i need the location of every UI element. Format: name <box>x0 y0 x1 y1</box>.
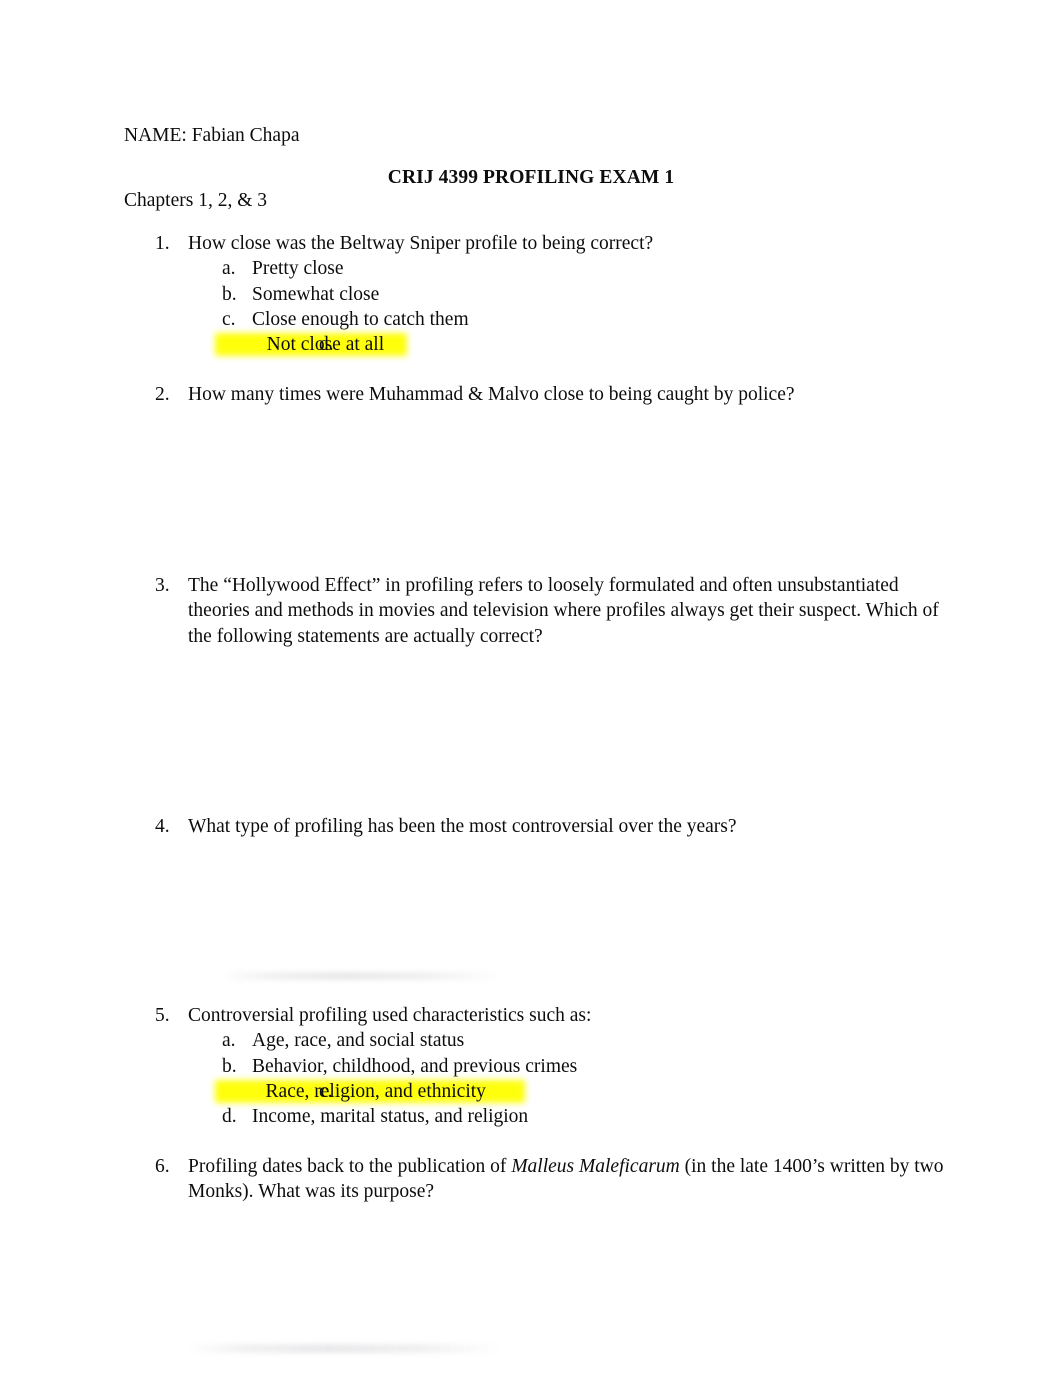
option-row[interactable]: d. Income, marital status, and religion <box>155 1104 945 1129</box>
student-name-line: NAME: Fabian Chapa <box>124 125 300 146</box>
chapters-line: Chapters 1, 2, & 3 <box>124 190 267 211</box>
question-row: 6. Profiling dates back to the publicatio… <box>155 1154 945 1205</box>
option-text: Not close at all <box>266 334 385 356</box>
option-row-highlighted[interactable]: c.Race, religion, and ethnicity <box>155 1079 945 1104</box>
scan-artifact-upper <box>218 972 500 980</box>
scan-artifact-lower <box>188 1344 500 1353</box>
question-2: 2. How many times were Muhammad & Malvo c… <box>155 382 945 407</box>
option-text: Close enough to catch them <box>252 309 469 330</box>
question-number: 5. <box>155 1005 170 1026</box>
question-row: 2. How many times were Muhammad & Malvo c… <box>155 382 945 407</box>
question-number: 3. <box>155 575 170 596</box>
question-row: 1. How close was the Beltway Sniper profi… <box>155 231 945 256</box>
question-1: 1. How close was the Beltway Sniper profi… <box>155 231 945 358</box>
option-letter: b. <box>222 283 237 305</box>
question-text: Controversial profiling used characteris… <box>188 1005 592 1026</box>
question-4: 4. What type of profiling has been the mo… <box>155 814 945 839</box>
question-row: 5. Controversial profiling used character… <box>155 1003 945 1028</box>
option-text: Age, race, and social status <box>252 1030 465 1052</box>
option-text: Race, religion, and ethnicity <box>265 1081 486 1102</box>
question-number: 2. <box>155 384 170 405</box>
option-row[interactable]: a. Pretty close <box>155 256 945 281</box>
question-text: Profiling dates back to the publication … <box>188 1154 945 1205</box>
question-3: 3. The “Hollywood Effect” in profiling re… <box>155 573 945 649</box>
option-list: a. Pretty close b. Somewhat close c. Close en… <box>155 256 945 357</box>
question-text-part: Profiling dates back to the publication … <box>188 1156 512 1177</box>
question-text: The “Hollywood Effect” in profiling refe… <box>188 575 939 647</box>
option-letter: d. <box>222 1106 237 1128</box>
exam-title: CRIJ 4399 PROFILING EXAM 1 <box>387 167 675 188</box>
option-text: Pretty close <box>252 258 344 280</box>
question-number: 4. <box>155 816 170 837</box>
option-list: a. Age, race, and social status b. Behavior… <box>155 1028 945 1129</box>
question-5: 5. Controversial profiling used character… <box>155 1003 945 1130</box>
question-number: 6. <box>155 1156 170 1177</box>
option-text: Behavior, childhood, and previous crimes <box>252 1055 578 1077</box>
question-number: 1. <box>155 233 170 254</box>
option-text: Somewhat close <box>252 283 380 305</box>
option-row[interactable]: a. Age, race, and social status <box>155 1028 945 1053</box>
question-6: 6. Profiling dates back to the publicatio… <box>155 1154 945 1205</box>
question-text: What type of profiling has been the most… <box>188 816 737 837</box>
question-text: How many times were Muhammad & Malvo clo… <box>188 384 795 405</box>
question-row: 3. The “Hollywood Effect” in profiling re… <box>155 573 945 649</box>
option-row-highlighted[interactable]: d.Not close at all <box>155 332 945 357</box>
question-row: 4. What type of profiling has been the mo… <box>155 814 945 839</box>
option-letter: b. <box>222 1055 237 1077</box>
question-text: How close was the Beltway Sniper profile… <box>188 233 654 254</box>
option-row[interactable]: b. Behavior, childhood, and previous crim… <box>155 1054 945 1079</box>
option-row[interactable]: b. Somewhat close <box>155 282 945 307</box>
option-letter: a. <box>222 258 236 280</box>
option-row[interactable]: c. Close enough to catch them <box>155 307 945 332</box>
question-text-italic: Malleus Maleficarum <box>511 1156 680 1177</box>
document-page: NAME: Fabian Chapa CRIJ 4399 PROFILING E… <box>0 0 1062 1377</box>
option-letter: c. <box>222 309 236 330</box>
option-text: Income, marital status, and religion <box>252 1106 529 1128</box>
option-letter: a. <box>222 1030 236 1052</box>
